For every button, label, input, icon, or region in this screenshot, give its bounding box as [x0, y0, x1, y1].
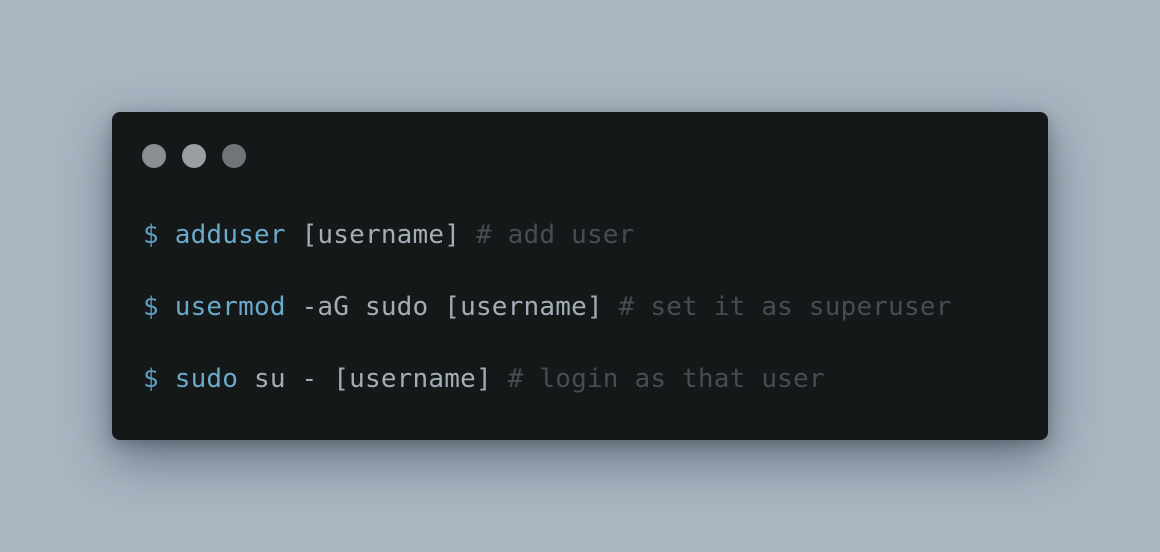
window-dot-1-icon[interactable] — [142, 144, 166, 168]
command-args: [username] — [301, 220, 461, 250]
terminal-window: $ adduser [username] # add user $ usermo… — [112, 112, 1048, 440]
command-comment: # add user — [475, 220, 635, 250]
prompt-symbol: $ — [143, 292, 159, 322]
command-args: -aG sudo [username] — [301, 292, 603, 322]
command-name: sudo — [174, 364, 239, 394]
command-line-2: $ usermod -aG sudo [username] # set it a… — [143, 292, 952, 322]
command-line-3: $ sudo su - [username] # login as that u… — [143, 364, 825, 394]
command-comment: # login as that user — [507, 364, 825, 394]
command-line-1: $ adduser [username] # add user — [143, 220, 635, 250]
prompt-symbol: $ — [143, 220, 159, 250]
command-comment: # set it as superuser — [618, 292, 952, 322]
window-dot-3-icon[interactable] — [222, 144, 246, 168]
command-name: usermod — [174, 292, 286, 322]
window-dot-2-icon[interactable] — [182, 144, 206, 168]
window-controls — [142, 144, 246, 168]
command-args: su - [username] — [254, 364, 492, 394]
prompt-symbol: $ — [143, 364, 159, 394]
command-name: adduser — [174, 220, 286, 250]
